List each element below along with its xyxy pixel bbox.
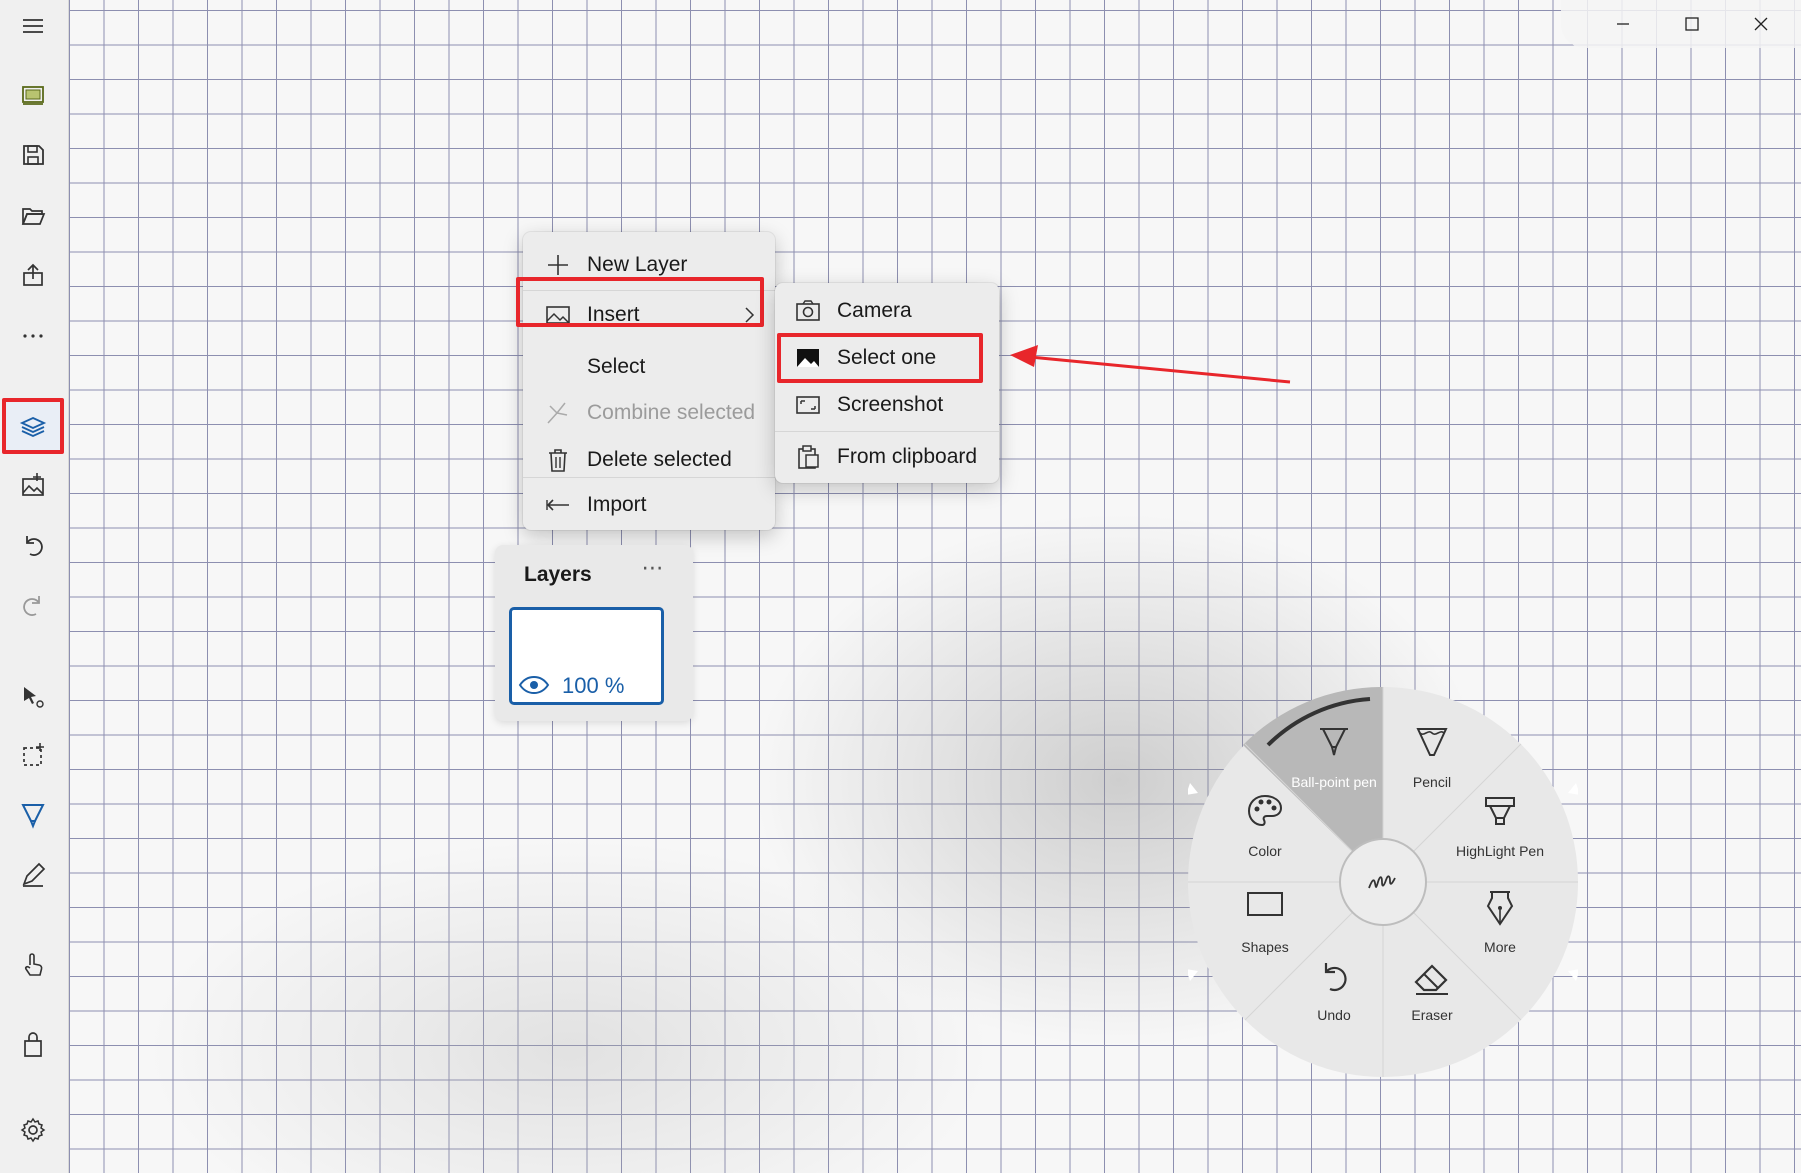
radial-label-shapes[interactable]: Shapes: [1241, 939, 1288, 955]
redo-icon[interactable]: [8, 580, 58, 630]
eye-icon[interactable]: [518, 674, 550, 696]
menu-item-combine-selected: Combine selected: [523, 390, 775, 436]
store-icon[interactable]: [8, 1020, 58, 1070]
select-tool-icon[interactable]: [8, 672, 58, 722]
layer-opacity: 100 %: [562, 673, 625, 698]
insert-highlight-box: [516, 277, 764, 327]
select-one-highlight-box: [777, 333, 983, 383]
fountain-pen-icon[interactable]: [1480, 888, 1520, 928]
radial-label-color[interactable]: Color: [1248, 843, 1281, 859]
open-folder-icon[interactable]: [8, 190, 58, 240]
menu-item-import[interactable]: Import: [523, 482, 775, 528]
ballpoint-pen-icon[interactable]: [1314, 723, 1354, 763]
radial-label-ballpoint-pen[interactable]: Ball-point pen: [1291, 774, 1377, 790]
screenshot-icon: [795, 392, 821, 418]
menu-separator: [523, 477, 775, 478]
palette-icon[interactable]: [1245, 792, 1285, 832]
radial-label-undo[interactable]: Undo: [1317, 1007, 1350, 1023]
submenu-item-from-clipboard[interactable]: From clipboard: [775, 434, 999, 480]
share-icon[interactable]: [8, 250, 58, 300]
highlighter-icon[interactable]: [1480, 792, 1520, 832]
settings-icon[interactable]: [8, 1105, 58, 1155]
window-controls: [1561, 0, 1801, 48]
combine-icon: [545, 400, 571, 426]
insert-image-icon[interactable]: [8, 460, 58, 510]
submenu-item-screenshot[interactable]: Screenshot: [775, 382, 999, 428]
menu-separator: [775, 431, 999, 432]
pencil-tool-icon[interactable]: [8, 850, 58, 900]
lasso-select-icon[interactable]: [8, 730, 58, 780]
touch-icon[interactable]: [8, 940, 58, 990]
pen-tool-icon[interactable]: [8, 790, 58, 840]
maximize-icon[interactable]: [1664, 6, 1720, 42]
submenu-item-label: Camera: [837, 299, 912, 322]
layers-more-button[interactable]: ⋯: [633, 555, 673, 585]
submenu-item-label: Screenshot: [837, 393, 944, 416]
menu-item-label: Combine selected: [587, 401, 756, 424]
close-icon[interactable]: [1733, 6, 1789, 42]
menu-item-label: Select: [587, 355, 646, 378]
more-icon[interactable]: [8, 310, 58, 360]
import-icon: [545, 492, 571, 518]
submenu-item-label: From clipboard: [837, 445, 978, 468]
layers-panel: Layers ⋯ 100 %: [495, 545, 693, 721]
eraser-icon[interactable]: [1412, 958, 1452, 998]
clipboard-icon: [795, 444, 821, 470]
plus-icon: [545, 252, 571, 278]
submenu-item-camera[interactable]: Camera: [775, 288, 999, 334]
save-icon[interactable]: [8, 130, 58, 180]
slideshow-icon[interactable]: [8, 70, 58, 120]
rectangle-icon[interactable]: [1245, 883, 1285, 923]
minimize-icon[interactable]: [1595, 6, 1651, 42]
menu-item-label: Import: [587, 493, 647, 516]
menu-item-label: New Layer: [587, 253, 688, 276]
undo-icon[interactable]: [8, 520, 58, 570]
ink-signature-icon[interactable]: [1366, 872, 1400, 892]
menu-item-select[interactable]: Select: [523, 344, 775, 390]
radial-label-highlight-pen[interactable]: HighLight Pen: [1456, 843, 1544, 859]
radial-label-eraser[interactable]: Eraser: [1411, 1007, 1452, 1023]
radial-menu: Ball-point pen Pencil Color HighLight Pe…: [1188, 687, 1578, 1077]
annotation-arrow: [1010, 345, 1291, 384]
left-toolbar: [0, 0, 69, 1173]
layer-thumbnail[interactable]: 100 %: [509, 607, 664, 705]
trash-icon: [545, 447, 571, 473]
menu-item-label: Delete selected: [587, 448, 732, 471]
camera-icon: [795, 298, 821, 324]
radial-label-more[interactable]: More: [1484, 939, 1516, 955]
insert-submenu: Camera Select one Screenshot From clipbo…: [775, 283, 999, 483]
radial-label-pencil[interactable]: Pencil: [1413, 774, 1451, 790]
undo-icon[interactable]: [1314, 958, 1354, 998]
layers-icon[interactable]: [2, 398, 64, 454]
pencil-icon[interactable]: [1412, 723, 1452, 763]
layers-panel-title: Layers: [524, 563, 592, 586]
hamburger-menu-icon[interactable]: [8, 1, 58, 51]
